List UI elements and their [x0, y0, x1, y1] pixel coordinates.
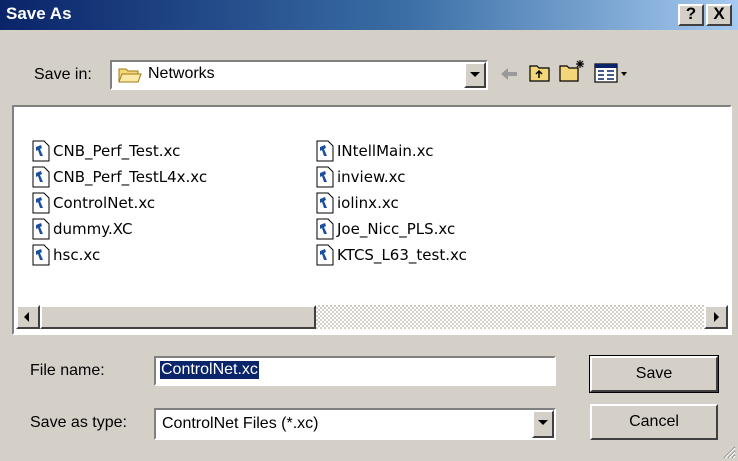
file-name: KTCS_L63_test.xc — [337, 246, 467, 264]
resize-grip-icon[interactable] — [722, 445, 736, 459]
file-name: CNB_Perf_Test.xc — [53, 142, 181, 160]
xc-file-icon — [316, 218, 334, 240]
xc-file-icon — [32, 244, 50, 266]
save-in-combo[interactable]: Networks — [110, 60, 488, 90]
xc-file-icon — [316, 166, 334, 188]
file-name: hsc.xc — [53, 246, 101, 264]
file-name-value: ControlNet.xc — [160, 361, 259, 379]
file-name: dummy.XC — [53, 220, 133, 238]
file-name: ControlNet.xc — [53, 194, 156, 212]
save-as-type-label: Save as type: — [30, 414, 127, 431]
save-in-value: Networks — [148, 65, 215, 82]
file-name: INtellMain.xc — [337, 142, 434, 160]
back-arrow-icon[interactable] — [498, 64, 520, 84]
file-name: inview.xc — [337, 168, 406, 186]
save-in-label: Save in: — [34, 66, 92, 83]
title-bar: Save As ? X — [0, 0, 738, 30]
xc-file-icon — [32, 218, 50, 240]
save-in-dropdown-button[interactable] — [464, 62, 486, 88]
save-as-type-value: ControlNet Files (*.xc) — [162, 415, 319, 432]
xc-file-icon — [32, 192, 50, 214]
save-as-type-select[interactable]: ControlNet Files (*.xc) — [154, 408, 556, 440]
xc-file-icon — [316, 244, 334, 266]
file-name: iolinx.xc — [337, 194, 399, 212]
up-folder-icon[interactable] — [528, 62, 552, 84]
save-button[interactable]: Save — [589, 355, 719, 393]
scroll-right-button[interactable] — [704, 305, 728, 329]
xc-file-icon — [32, 166, 50, 188]
close-button[interactable]: X — [706, 4, 732, 26]
horizontal-scrollbar[interactable] — [16, 305, 728, 329]
xc-file-icon — [316, 192, 334, 214]
save-as-type-dropdown-button[interactable] — [532, 410, 554, 438]
folder-icon — [118, 68, 142, 83]
view-menu-icon[interactable] — [594, 62, 630, 84]
xc-file-icon — [32, 140, 50, 162]
scrollbar-thumb[interactable] — [40, 305, 316, 329]
xc-file-icon — [316, 140, 334, 162]
file-name-label: File name: — [30, 362, 105, 379]
file-name: Joe_Nicc_PLS.xc — [337, 220, 456, 238]
new-folder-icon[interactable] — [558, 58, 586, 84]
scroll-left-button[interactable] — [16, 305, 40, 329]
window-title: Save As — [6, 4, 72, 23]
help-button[interactable]: ? — [678, 4, 704, 26]
file-list[interactable]: CNB_Perf_Test.xc CNB_Perf_TestL4x.xc Con… — [12, 105, 732, 335]
cancel-button[interactable]: Cancel — [590, 404, 718, 440]
file-name-input[interactable]: ControlNet.xc — [154, 356, 556, 386]
file-name: CNB_Perf_TestL4x.xc — [53, 168, 208, 186]
